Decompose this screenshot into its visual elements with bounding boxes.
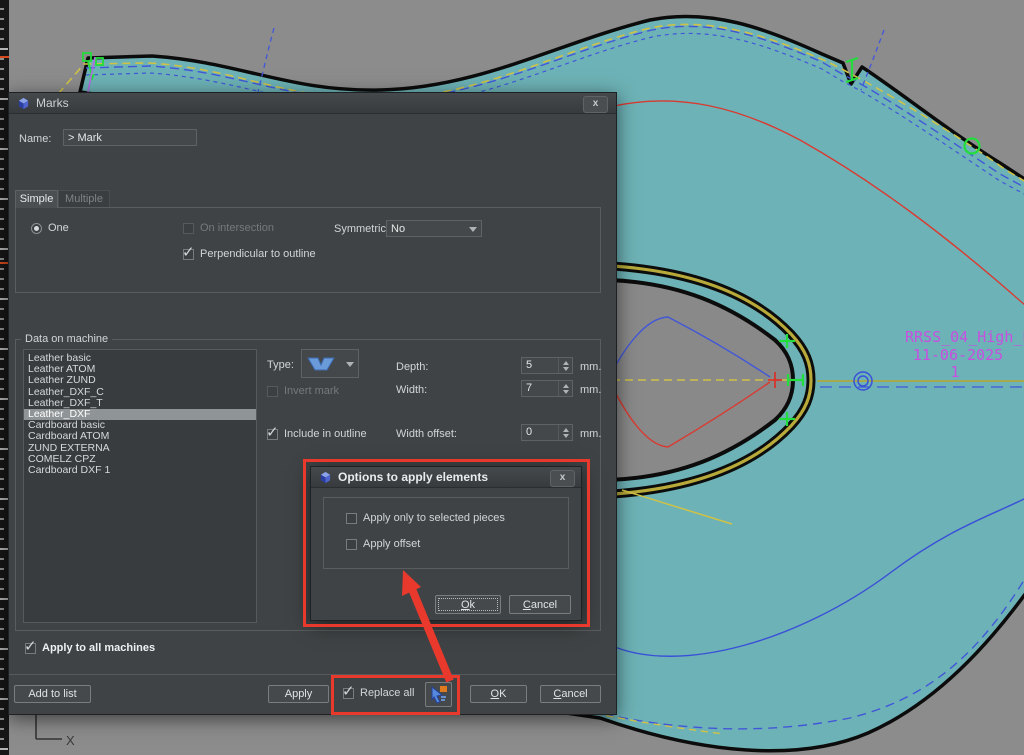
options-frame <box>323 497 569 569</box>
cancel-button[interactable]: Cancel <box>540 685 601 703</box>
button-row-separator <box>9 674 616 675</box>
symmetric-dropdown[interactable]: No <box>386 220 482 237</box>
include-outline-label: Include in outline <box>284 428 367 440</box>
svg-text:11-06-2025: 11-06-2025 <box>913 346 1003 364</box>
apply-all-machines-label: Apply to all machines <box>42 642 155 654</box>
ok-button[interactable]: OK <box>470 685 527 703</box>
axis-x-label: X <box>66 733 75 748</box>
spinner-down-icon[interactable] <box>563 434 569 438</box>
spinner-up-icon[interactable] <box>563 428 569 432</box>
symmetric-label: Symmetric: <box>334 223 389 235</box>
marks-dialog-title: Marks <box>36 96 69 110</box>
width-offset-unit: mm. <box>580 428 601 440</box>
on-intersection-checkbox[interactable] <box>183 223 194 234</box>
replace-all-checkbox[interactable]: ✓ <box>343 688 354 699</box>
perpendicular-label: Perpendicular to outline <box>200 248 316 260</box>
options-close-button[interactable]: x <box>550 470 575 487</box>
mark-type-dropdown[interactable] <box>301 349 359 378</box>
options-cancel-button[interactable]: Cancel <box>509 595 571 614</box>
check-icon: ✓ <box>342 682 355 700</box>
machine-list-item[interactable]: Leather ZUND <box>24 375 256 386</box>
width-value: 7 <box>522 381 558 396</box>
options-dialog: Options to apply elements x Apply only t… <box>310 466 582 621</box>
options-dialog-title: Options to apply elements <box>338 470 488 484</box>
spinner-up-icon[interactable] <box>563 361 569 365</box>
width-unit: mm. <box>580 384 601 396</box>
check-icon: ✓ <box>24 637 37 655</box>
marks-dialog-titlebar[interactable]: Marks <box>9 93 616 114</box>
on-intersection-label: On intersection <box>200 222 274 234</box>
application-viewport: RRSS_04_High_he 11-06-2025 1 X Marks x N… <box>0 0 1024 755</box>
svg-text:1: 1 <box>950 363 959 381</box>
add-to-list-button[interactable]: Add to list <box>14 685 91 703</box>
replace-apply-icon <box>429 685 448 704</box>
width-spinner[interactable]: 7 <box>521 380 573 397</box>
apply-selected-checkbox[interactable] <box>346 513 357 524</box>
apply-offset-label: Apply offset <box>363 538 420 550</box>
invert-mark-label: Invert mark <box>284 385 339 397</box>
include-outline-checkbox[interactable]: ✓ <box>267 429 278 440</box>
ruler-cursor-mark <box>0 56 9 58</box>
machine-list[interactable]: Leather basic Leather ATOM Leather ZUND … <box>23 349 257 623</box>
chevron-down-icon <box>469 227 477 232</box>
name-label: Name: <box>19 133 51 145</box>
options-ok-button[interactable]: Ok <box>435 595 501 614</box>
app-cube-icon <box>17 97 30 110</box>
mark-type-icon <box>306 355 336 373</box>
check-icon: ✓ <box>182 243 195 261</box>
perpendicular-checkbox[interactable]: ✓ <box>183 249 194 260</box>
replace-all-label: Replace all <box>360 687 414 699</box>
one-radio-label: One <box>48 222 69 234</box>
machine-list-item[interactable]: Cardboard ATOM <box>24 431 256 442</box>
svg-text:RRSS_04_High_he: RRSS_04_High_he <box>905 328 1024 346</box>
marks-dialog: Marks x Name: Simple Multiple One On int… <box>8 92 617 715</box>
type-label: Type: <box>267 359 294 371</box>
apply-selected-label: Apply only to selected pieces <box>363 512 505 524</box>
width-offset-spinner[interactable]: 0 <box>521 424 573 441</box>
marks-close-button[interactable]: x <box>583 96 608 113</box>
close-icon: x <box>593 98 599 109</box>
data-on-machine-label: Data on machine <box>21 333 112 345</box>
depth-spinner[interactable]: 5 <box>521 357 573 374</box>
chevron-down-icon <box>346 362 354 367</box>
options-dialog-titlebar[interactable]: Options to apply elements <box>311 467 581 488</box>
name-input[interactable] <box>63 129 197 146</box>
spinner-down-icon[interactable] <box>563 390 569 394</box>
width-offset-label: Width offset: <box>396 428 457 440</box>
apply-offset-checkbox[interactable] <box>346 539 357 550</box>
spinner-up-icon[interactable] <box>563 384 569 388</box>
width-offset-value: 0 <box>522 425 558 440</box>
apply-all-machines-checkbox[interactable]: ✓ <box>25 643 36 654</box>
machine-list-item[interactable]: Cardboard DXF 1 <box>24 465 256 476</box>
app-cube-icon <box>319 471 332 484</box>
apply-button[interactable]: Apply <box>268 685 329 703</box>
close-icon: x <box>560 472 566 483</box>
machine-list-item[interactable]: ZUND EXTERNA <box>24 443 256 454</box>
tab-simple[interactable]: Simple <box>15 190 58 208</box>
invert-mark-checkbox[interactable] <box>267 386 278 397</box>
depth-unit: mm. <box>580 361 601 373</box>
depth-value: 5 <box>522 358 558 373</box>
tab-multiple[interactable]: Multiple <box>58 190 110 208</box>
check-icon: ✓ <box>266 423 279 441</box>
spinner-down-icon[interactable] <box>563 367 569 371</box>
replace-all-tool-button[interactable] <box>425 682 452 707</box>
symmetric-value: No <box>391 223 405 235</box>
one-radio[interactable] <box>31 223 42 234</box>
width-label: Width: <box>396 384 427 396</box>
depth-label: Depth: <box>396 361 428 373</box>
